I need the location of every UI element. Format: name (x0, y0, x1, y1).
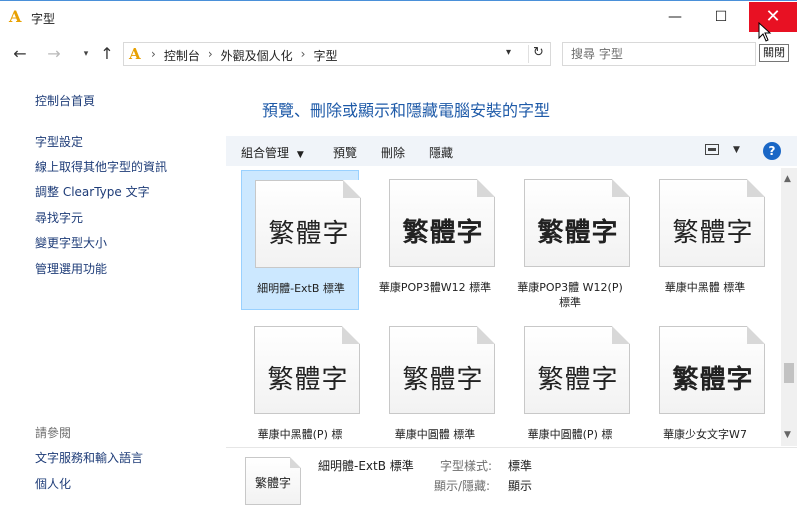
view-options-icon[interactable] (705, 144, 719, 155)
change-font-size-link[interactable]: 變更字型大小 (35, 234, 107, 251)
font-tile[interactable]: 繁體字 華康少女文字W7 (646, 317, 765, 446)
minimize-button[interactable]: — (652, 2, 698, 32)
maximize-button[interactable]: ☐ (698, 2, 744, 32)
font-preview-page: 繁體字 (389, 326, 495, 414)
font-tile[interactable]: 繁體字 華康中黑體 標準 (646, 170, 765, 310)
address-dropdown-icon[interactable]: ▾ (506, 47, 511, 58)
font-preview-page: 繁體字 (255, 180, 361, 268)
details-pane: 繁體字 細明體-ExtB 標準 字型樣式: 標準 顯示/隱藏: 顯示 (226, 447, 797, 516)
breadcrumb-separator-icon: › (151, 47, 156, 61)
hide-button[interactable]: 隱藏 (429, 144, 453, 161)
organize-label: 組合管理 (241, 146, 290, 160)
command-toolbar: 組合管理 ▼ 預覽 刪除 隱藏 ▼ ? (226, 136, 797, 166)
view-dropdown-icon[interactable]: ▼ (733, 145, 740, 155)
font-grid: 繁體字 細明體-ExtB 標準 繁體字 華康POP3體W12 標準 繁體字 華康… (226, 168, 781, 446)
search-input[interactable] (571, 46, 731, 62)
help-icon[interactable]: ? (763, 142, 781, 160)
page-title: 預覽、刪除或顯示和隱藏電腦安裝的字型 (262, 101, 551, 120)
font-sample-text: 繁體字 (402, 365, 484, 395)
selected-font-thumbnail: 繁體字 (245, 457, 301, 505)
font-settings-link[interactable]: 字型設定 (35, 133, 83, 150)
recent-locations-chevron-icon[interactable]: ▾ (76, 44, 96, 64)
font-tile[interactable]: 繁體字 細明體-ExtB 標準 (241, 170, 361, 310)
font-tile[interactable]: 繁體字 華康中黑體(P) 標 (241, 317, 360, 446)
refresh-icon[interactable]: ↻ (528, 45, 548, 63)
font-name-label: 華康POP3體 W12(P) 標準 (517, 281, 623, 309)
title-bar: A 字型 — ☐ ✕ (0, 0, 797, 34)
fonts-folder-icon: A (129, 45, 141, 63)
text-services-link[interactable]: 文字服務和輸入語言 (35, 449, 143, 466)
font-sample-text: 繁體字 (672, 218, 754, 248)
font-name-label: 華康少女文字W7 (663, 428, 747, 441)
font-sample-text: 繁體字 (268, 219, 350, 249)
organize-dropdown-icon: ▼ (296, 150, 304, 160)
window-title: 字型 (31, 12, 56, 26)
font-preview-page: 繁體字 (524, 179, 630, 267)
font-name-label: 華康中圓體 標準 (394, 428, 476, 441)
get-font-info-online-link[interactable]: 線上取得其他字型的資訊 (35, 158, 167, 175)
font-sample-text: 繁體字 (672, 365, 754, 395)
font-sample-text: 繁體字 (537, 365, 619, 395)
font-preview-page: 繁體字 (659, 326, 765, 414)
scroll-up-icon[interactable]: ▲ (784, 174, 791, 184)
font-name-label: 華康中黑體 標準 (664, 281, 746, 294)
up-arrow-icon[interactable]: ↑ (97, 44, 117, 64)
font-preview-page: 繁體字 (254, 326, 360, 414)
adjust-cleartype-link[interactable]: 調整 ClearType 文字 (35, 183, 150, 200)
font-name-label: 華康POP3體W12 標準 (378, 281, 492, 294)
font-tile[interactable]: 繁體字 華康POP3體 W12(P) 標準 (511, 170, 630, 310)
forward-arrow-icon[interactable]: → (44, 44, 64, 64)
font-name-label: 華康中圓體(P) 標 (527, 428, 613, 441)
back-arrow-icon[interactable]: ← (10, 44, 30, 64)
personalization-link[interactable]: 個人化 (35, 475, 71, 492)
scrollbar-thumb[interactable] (784, 363, 794, 383)
font-sample-text: 繁體字 (402, 218, 484, 248)
font-name-label: 華康中黑體(P) 標 (257, 428, 343, 441)
font-preview-page: 繁體字 (659, 179, 765, 267)
font-preview-page: 繁體字 (389, 179, 495, 267)
font-tile[interactable]: 繁體字 華康POP3體W12 標準 (376, 170, 495, 310)
font-name-label: 細明體-ExtB 標準 (257, 282, 345, 295)
breadcrumb-separator-icon: › (300, 47, 306, 61)
left-task-pane: 控制台首頁 字型設定 線上取得其他字型的資訊 調整 ClearType 文字 尋… (0, 72, 225, 516)
breadcrumb-separator-icon: › (207, 47, 213, 61)
search-box[interactable] (562, 42, 756, 66)
delete-button[interactable]: 刪除 (381, 144, 405, 161)
font-sample-text: 繁體字 (537, 218, 619, 248)
breadcrumb-fonts[interactable]: 字型 (313, 47, 337, 64)
see-also-header: 請參閱 (35, 426, 72, 440)
scroll-down-icon[interactable]: ▼ (784, 430, 791, 440)
organize-button[interactable]: 組合管理 ▼ (241, 144, 304, 161)
mouse-cursor-icon (758, 22, 772, 42)
manage-optional-features-link[interactable]: 管理選用功能 (35, 260, 107, 277)
visibility-label: 顯示/隱藏: (434, 479, 491, 493)
address-bar[interactable]: A › 控制台 › 外觀及個人化 › 字型 ▾ ↻ (123, 42, 551, 66)
font-tile[interactable]: 繁體字 華康中圓體 標準 (376, 317, 495, 446)
preview-button[interactable]: 預覽 (333, 144, 357, 161)
font-style-label: 字型樣式: (440, 459, 493, 473)
font-tile[interactable]: 繁體字 華康中圓體(P) 標 (511, 317, 630, 446)
fonts-app-icon: A (9, 7, 22, 26)
font-sample-text: 繁體字 (267, 365, 349, 395)
close-button[interactable]: ✕ (749, 2, 797, 32)
font-style-value: 標準 (508, 459, 533, 473)
vertical-scrollbar[interactable]: ▲ ▼ (781, 168, 797, 446)
selected-font-name: 細明體-ExtB 標準 (318, 459, 414, 473)
breadcrumb-control-panel[interactable]: 控制台 (164, 47, 200, 64)
close-tooltip: 關閉 (759, 44, 789, 62)
selected-font-sample: 繁體字 (254, 476, 291, 490)
find-character-link[interactable]: 尋找字元 (35, 209, 83, 226)
breadcrumb: › 控制台 › 外觀及個人化 › 字型 (151, 47, 337, 64)
visibility-value: 顯示 (508, 479, 533, 493)
breadcrumb-appearance[interactable]: 外觀及個人化 (221, 47, 293, 64)
control-panel-home-link[interactable]: 控制台首頁 (35, 92, 95, 109)
font-preview-page: 繁體字 (524, 326, 630, 414)
navigation-bar: ← → ▾ ↑ A › 控制台 › 外觀及個人化 › 字型 ▾ ↻ (0, 38, 797, 70)
